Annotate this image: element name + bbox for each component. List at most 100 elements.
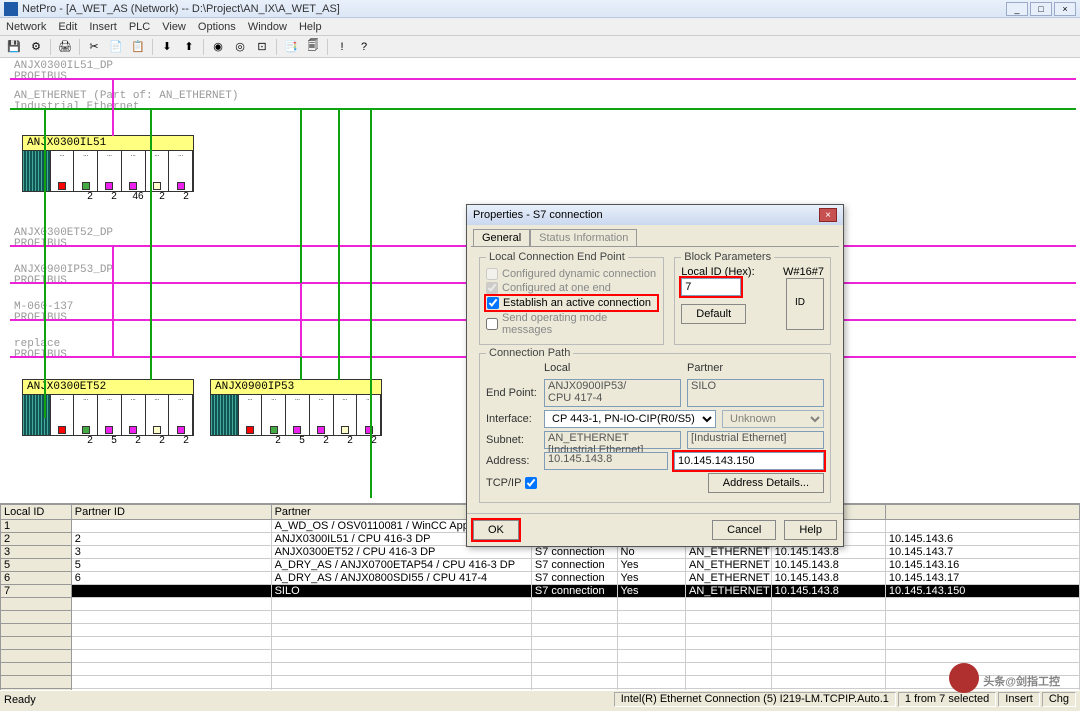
table-row[interactable]: 33ANJX0300ET52 / CPU 416-3 DPS7 connecti… — [1, 546, 1080, 559]
slot-addr: 2 — [362, 435, 386, 446]
dialog-titlebar[interactable]: Properties - S7 connection × — [467, 205, 843, 225]
table-row[interactable]: 66A_DRY_AS / ANJX0800SDI55 / CPU 417-4S7… — [1, 572, 1080, 585]
dialog-close-icon[interactable]: × — [819, 208, 837, 222]
tool-upload-icon[interactable]: ⬆ — [179, 38, 199, 56]
table-row-empty[interactable] — [1, 624, 1080, 637]
slot[interactable]: ... — [122, 395, 146, 435]
local-id-input[interactable] — [681, 278, 741, 296]
help-button[interactable]: Help — [784, 520, 837, 540]
slot-addr: 2 — [150, 191, 174, 202]
tool-b-icon[interactable]: ◎ — [230, 38, 250, 56]
table-row-empty[interactable] — [1, 598, 1080, 611]
cb-tcpip[interactable] — [525, 477, 537, 489]
tool-copy-icon[interactable]: 📄 — [106, 38, 126, 56]
table-row-empty[interactable] — [1, 637, 1080, 650]
tool-a-icon[interactable]: ◉ — [208, 38, 228, 56]
maximize-button[interactable]: □ — [1030, 2, 1052, 16]
tab-status-info[interactable]: Status Information — [530, 229, 637, 246]
table-row-empty[interactable] — [1, 611, 1080, 624]
table-row[interactable]: 55A_DRY_AS / ANJX0700ETAP54 / CPU 416-3 … — [1, 559, 1080, 572]
menu-view[interactable]: View — [162, 21, 186, 33]
menu-plc[interactable]: PLC — [129, 21, 150, 33]
menu-edit[interactable]: Edit — [58, 21, 77, 33]
table-header[interactable]: Local ID — [1, 505, 72, 520]
slot[interactable]: ... — [239, 395, 263, 435]
slot[interactable]: ... — [310, 395, 334, 435]
properties-dialog: Properties - S7 connection × General Sta… — [466, 204, 844, 547]
address-partner[interactable] — [674, 452, 824, 470]
lbl-endpoint: End Point: — [486, 387, 540, 399]
slot[interactable]: ... — [146, 395, 170, 435]
connector-line — [370, 108, 372, 498]
table-row[interactable]: 7SILOS7 connectionYesAN_ETHERNET ...10.1… — [1, 585, 1080, 598]
slot[interactable]: ... — [334, 395, 358, 435]
station[interactable]: ANJX0300ET52.................. — [22, 379, 194, 436]
slot[interactable]: ... — [98, 151, 122, 191]
tool-e-icon[interactable]: 🗐 — [303, 38, 323, 56]
address-details-button[interactable]: Address Details... — [708, 473, 824, 493]
menu-insert[interactable]: Insert — [89, 21, 117, 33]
tab-general[interactable]: General — [473, 229, 530, 246]
menu-help[interactable]: Help — [299, 21, 322, 33]
tool-warn-icon[interactable]: ! — [332, 38, 352, 56]
default-button[interactable]: Default — [681, 304, 746, 324]
table-row-empty[interactable] — [1, 663, 1080, 676]
slot[interactable]: ... — [122, 151, 146, 191]
ok-button[interactable]: OK — [473, 520, 519, 540]
w-label: W#16#7 — [778, 266, 824, 278]
tool-paste-icon[interactable]: 📋 — [128, 38, 148, 56]
status-connection: Intel(R) Ethernet Connection (5) I219-LM… — [614, 692, 896, 707]
connector-line — [44, 108, 46, 418]
table-row-empty[interactable] — [1, 676, 1080, 689]
slot-addr: 2 — [126, 435, 150, 446]
menu-window[interactable]: Window — [248, 21, 287, 33]
slot-addr: 2 — [174, 435, 198, 446]
tool-cut-icon[interactable]: ✂ — [84, 38, 104, 56]
menu-options[interactable]: Options — [198, 21, 236, 33]
close-button[interactable]: × — [1054, 2, 1076, 16]
slot[interactable]: ... — [286, 395, 310, 435]
statusbar: Ready Intel(R) Ethernet Connection (5) I… — [0, 690, 1080, 708]
slot[interactable]: ... — [74, 395, 98, 435]
slot[interactable]: ... — [51, 395, 75, 435]
window-title: NetPro - [A_WET_AS (Network) -- D:\Proje… — [22, 3, 340, 15]
slot-addr: 5 — [290, 435, 314, 446]
network-line[interactable] — [10, 78, 1076, 80]
slot-addr: 2 — [78, 191, 102, 202]
cancel-button[interactable]: Cancel — [712, 520, 776, 540]
menu-network[interactable]: Network — [6, 21, 46, 33]
slot[interactable]: ... — [169, 151, 193, 191]
network-type: PROFIBUS — [14, 312, 67, 324]
tool-download-icon[interactable]: ⬇ — [157, 38, 177, 56]
slot-addr: 2 — [174, 191, 198, 202]
tool-print-icon[interactable]: 🖨 — [55, 38, 75, 56]
slot[interactable]: ... — [262, 395, 286, 435]
tool-help-icon[interactable]: ? — [354, 38, 374, 56]
network-type: PROFIBUS — [14, 238, 67, 250]
slot[interactable]: ... — [51, 151, 75, 191]
slot[interactable]: ... — [98, 395, 122, 435]
table-header[interactable] — [885, 505, 1079, 520]
slot[interactable]: ... — [169, 395, 193, 435]
tool-save-icon[interactable]: 💾 — [4, 38, 24, 56]
cb-active-connection[interactable] — [487, 297, 499, 309]
cb-send-mode[interactable] — [486, 318, 498, 330]
local-id-label: Local ID (Hex): — [681, 266, 778, 278]
tool-c-icon[interactable]: ⊡ — [252, 38, 272, 56]
slot-addr: 2 — [338, 435, 362, 446]
block-diagram: ID — [786, 278, 824, 330]
slot-addr: 2 — [102, 191, 126, 202]
tool-d-icon[interactable]: 📑 — [281, 38, 301, 56]
gbox-lcep-title: Local Connection End Point — [486, 251, 628, 263]
minimize-button[interactable]: _ — [1006, 2, 1028, 16]
station[interactable]: ANJX0900IP53.................. — [210, 379, 382, 436]
tool-compile-icon[interactable]: ⚙ — [26, 38, 46, 56]
network-line[interactable] — [10, 108, 1076, 110]
table-header[interactable]: Partner ID — [71, 505, 271, 520]
interface-local[interactable]: CP 443-1, PN-IO-CIP(R0/S5) — [544, 410, 716, 428]
table-row-empty[interactable] — [1, 650, 1080, 663]
table-row-empty[interactable] — [1, 689, 1080, 691]
titlebar: NetPro - [A_WET_AS (Network) -- D:\Proje… — [0, 0, 1080, 18]
slot[interactable]: ... — [74, 151, 98, 191]
station[interactable]: ANJX0300IL51.................. — [22, 135, 194, 192]
